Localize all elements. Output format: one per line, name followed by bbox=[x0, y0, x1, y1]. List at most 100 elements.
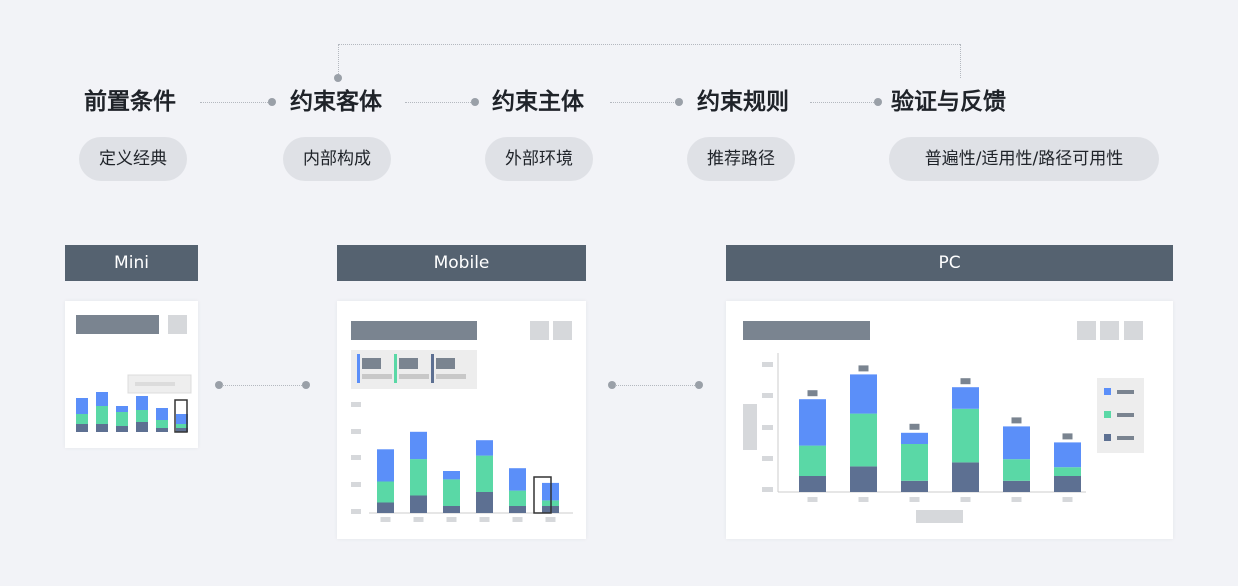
device-header-pc: PC bbox=[726, 245, 1173, 281]
mini-chart bbox=[76, 315, 192, 433]
x-tick-1 bbox=[380, 517, 391, 522]
card-connector-dot-2b bbox=[695, 381, 703, 389]
bar-3-top bbox=[116, 406, 128, 412]
pc-chart-card bbox=[726, 301, 1173, 539]
bar-4-data-label bbox=[960, 378, 971, 385]
x-tick-3 bbox=[446, 517, 457, 522]
bar-1-bottom bbox=[377, 502, 394, 513]
x-tick-6 bbox=[545, 517, 556, 522]
pc-chart bbox=[743, 321, 1144, 523]
step-title-4: 约束规则 bbox=[697, 89, 789, 115]
bar-2-mid bbox=[850, 413, 877, 467]
bar-3-mid bbox=[443, 479, 460, 506]
bar-1-data-label bbox=[807, 390, 818, 397]
tooltip-line bbox=[135, 382, 175, 386]
y-tick-2 bbox=[351, 429, 361, 434]
y-axis-title-placeholder bbox=[743, 404, 757, 450]
mini-chart-card bbox=[65, 301, 198, 448]
bar-6-mid bbox=[1054, 467, 1081, 476]
bar-2-bottom bbox=[410, 495, 427, 513]
bar-3-bottom bbox=[443, 506, 460, 513]
bar-1-top bbox=[377, 449, 394, 482]
bar-4-top bbox=[476, 440, 493, 456]
x-tick-3 bbox=[909, 497, 920, 502]
bar-4-mid bbox=[136, 410, 148, 422]
y-tick-5 bbox=[762, 487, 773, 492]
action-placeholder-2 bbox=[1100, 321, 1119, 340]
y-tick-3 bbox=[762, 425, 773, 430]
title-placeholder bbox=[76, 315, 159, 334]
card-connector-1 bbox=[222, 385, 302, 386]
step-connector-4 bbox=[810, 102, 878, 103]
step-title-1: 前置条件 bbox=[84, 89, 176, 115]
y-tick-1 bbox=[351, 402, 361, 407]
y-tick-2 bbox=[762, 393, 773, 398]
step-tag-5: 普遍性/适用性/路径可用性 bbox=[889, 137, 1159, 181]
x-tick-2 bbox=[858, 497, 869, 502]
bar-4-bottom bbox=[952, 462, 979, 492]
legend-label-1 bbox=[362, 374, 392, 379]
step-connector-dot-3 bbox=[675, 98, 683, 106]
step-tag-1: 定义经典 bbox=[79, 137, 187, 181]
bar-4-top bbox=[136, 396, 148, 410]
action-placeholder-1 bbox=[530, 321, 549, 340]
legend-swatch-2 bbox=[1104, 411, 1111, 418]
x-tick-2 bbox=[413, 517, 424, 522]
bar-5-bottom bbox=[156, 428, 168, 432]
legend-marker-2 bbox=[394, 354, 397, 383]
bar-1-mid bbox=[76, 414, 88, 424]
bar-2-mid bbox=[410, 459, 427, 496]
bar-1-bottom bbox=[799, 476, 826, 492]
feedback-dot bbox=[334, 74, 342, 82]
bar-1-top bbox=[799, 399, 826, 446]
bar-3-bottom bbox=[116, 426, 128, 432]
step-title-2: 约束客体 bbox=[290, 89, 382, 115]
bar-5-mid bbox=[1003, 459, 1030, 481]
step-title-5: 验证与反馈 bbox=[891, 89, 1006, 115]
device-header-mini: Mini bbox=[65, 245, 198, 281]
bar-4-mid bbox=[476, 455, 493, 492]
legend-label-2 bbox=[1117, 413, 1134, 417]
bar-1-bottom bbox=[76, 424, 88, 432]
step-title-3: 约束主体 bbox=[492, 89, 584, 115]
step-connector-1 bbox=[200, 102, 270, 103]
bar-1-top bbox=[76, 398, 88, 414]
bar-3-mid bbox=[116, 412, 128, 426]
bar-2-top bbox=[410, 431, 427, 460]
step-tag-4: 推荐路径 bbox=[687, 137, 795, 181]
bar-3-mid bbox=[901, 444, 928, 481]
bar-5-bottom bbox=[509, 506, 526, 513]
x-axis-title-placeholder bbox=[916, 510, 963, 523]
bar-2-top bbox=[96, 392, 108, 406]
bar-3-top bbox=[901, 432, 928, 444]
x-tick-1 bbox=[807, 497, 818, 502]
action-placeholder-2 bbox=[553, 321, 572, 340]
title-placeholder bbox=[351, 321, 477, 340]
legend-label-3 bbox=[1117, 436, 1134, 440]
mobile-chart-card bbox=[337, 301, 586, 539]
step-connector-dot-2 bbox=[471, 98, 479, 106]
step-connector-dot-4 bbox=[874, 98, 882, 106]
legend-marker-3 bbox=[431, 354, 434, 383]
bar-6-data-label bbox=[1062, 433, 1073, 440]
step-connector-2 bbox=[405, 102, 473, 103]
legend-label-3 bbox=[436, 374, 466, 379]
legend-label-1 bbox=[1117, 390, 1134, 394]
y-tick-1 bbox=[762, 362, 773, 367]
bar-2-top bbox=[850, 374, 877, 414]
bar-2-data-label bbox=[858, 365, 869, 372]
bar-2-bottom bbox=[850, 466, 877, 492]
bar-4-mid bbox=[952, 408, 979, 463]
bar-2-mid bbox=[96, 406, 108, 424]
device-header-mobile: Mobile bbox=[337, 245, 586, 281]
bar-5-top bbox=[509, 468, 526, 491]
x-tick-5 bbox=[512, 517, 523, 522]
x-tick-5 bbox=[1011, 497, 1022, 502]
legend-swatch-1 bbox=[1104, 388, 1111, 395]
bar-5-top bbox=[156, 408, 168, 420]
legend-box bbox=[351, 350, 477, 389]
bar-2-bottom bbox=[96, 424, 108, 432]
legend-label-2 bbox=[399, 374, 429, 379]
bar-6-bottom bbox=[1054, 476, 1081, 492]
bar-4-top bbox=[952, 387, 979, 409]
